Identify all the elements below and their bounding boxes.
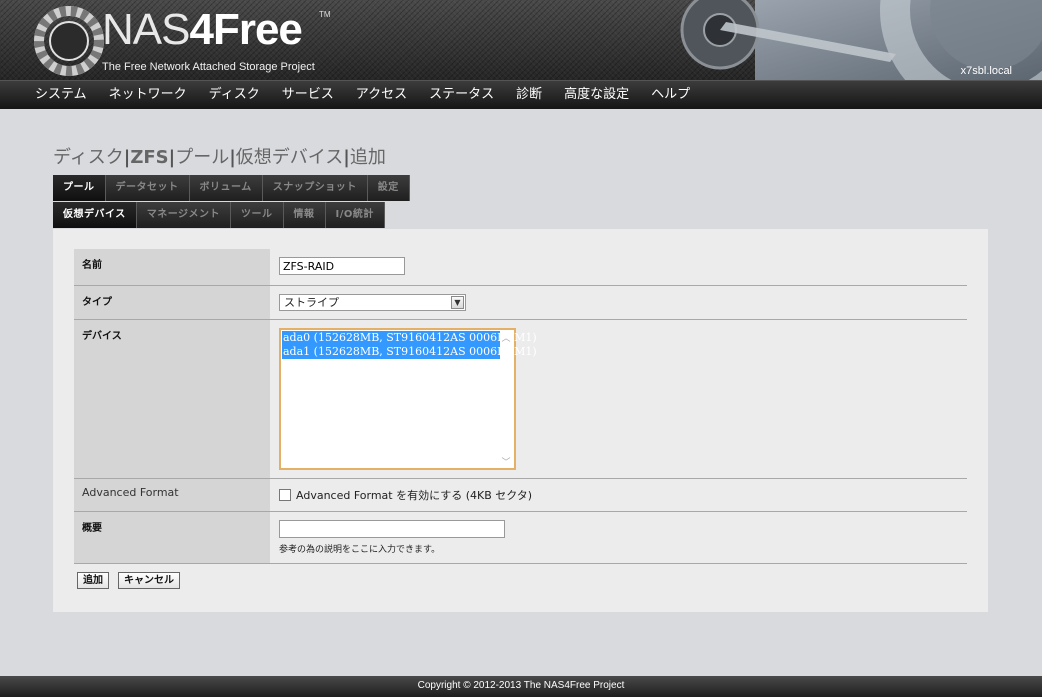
logo-trademark: TM (319, 10, 331, 19)
hostname-label: x7sbl.local (960, 65, 1012, 77)
breadcrumb-vdevs: 仮想デバイス (235, 147, 344, 168)
copyright-text: Copyright © 2012-2013 The NAS4Free Proje… (417, 680, 625, 691)
vdev-form: 名前 タイプ ストライプ ▼ デバイス ada0 (152628MB, ST91… (74, 249, 967, 564)
devices-listbox[interactable]: ada0 (152628MB, ST9160412AS 0006HPM1) ad… (279, 327, 537, 470)
device-option-ada1[interactable]: ada1 (152628MB, ST9160412AS 0006HPM1) (282, 344, 537, 359)
breadcrumb-zfs: ZFS (130, 147, 169, 168)
breadcrumb-pools: プール (175, 147, 230, 168)
listbox-scrollbar[interactable]: ︿ ﹀ (499, 331, 513, 468)
menu-status[interactable]: ステータス (418, 81, 505, 109)
breadcrumb-separator: | (229, 147, 236, 168)
menu-system[interactable]: システム (24, 81, 98, 109)
form-row-advanced-format: Advanced Format Advanced Format を有効にする (… (74, 478, 967, 511)
secondary-tabs: 仮想デバイス マネージメント ツール 情報 I/O統計 (53, 202, 385, 228)
menu-disks[interactable]: ディスク (198, 81, 271, 109)
form-row-devices: デバイス ada0 (152628MB, ST9160412AS 0006HPM… (74, 319, 967, 478)
tab-settings[interactable]: 設定 (367, 175, 410, 201)
cancel-button[interactable]: キャンセル (118, 572, 180, 589)
description-input[interactable] (279, 519, 505, 538)
tab-volumes[interactable]: ボリューム (189, 175, 263, 201)
logo-subtitle: The Free Network Attached Storage Projec… (102, 61, 315, 73)
primary-tabs: プール データセット ボリューム スナップショット 設定 (53, 175, 410, 201)
menu-access[interactable]: アクセス (345, 81, 418, 109)
name-label: 名前 (74, 249, 270, 285)
scroll-up-icon[interactable]: ︿ (499, 331, 513, 344)
advanced-format-checkbox-label[interactable]: Advanced Format を有効にする (4KB セクタ) (296, 489, 532, 502)
tab-information[interactable]: 情報 (283, 202, 326, 228)
form-row-type: タイプ ストライプ ▼ (74, 285, 967, 319)
tab-tools[interactable]: ツール (231, 202, 284, 228)
logo-wordmark: NAS4Free (102, 5, 303, 54)
description-hint: 参考の為の説明をここに入力できます。 (279, 544, 441, 555)
advanced-format-label: Advanced Format (74, 478, 270, 511)
menu-advanced[interactable]: 高度な設定 (553, 81, 640, 109)
tab-management[interactable]: マネージメント (136, 202, 232, 228)
tab-pools[interactable]: プール (53, 175, 106, 201)
menu-diagnostics[interactable]: 診断 (505, 81, 553, 109)
device-option-ada0[interactable]: ada0 (152628MB, ST9160412AS 0006HPM1) (282, 330, 537, 345)
add-button[interactable]: 追加 (77, 572, 109, 589)
type-label: タイプ (74, 285, 270, 319)
breadcrumb-separator: | (343, 147, 350, 168)
tab-datasets[interactable]: データセット (105, 175, 190, 201)
form-buttons: 追加 キャンセル (77, 572, 180, 589)
scroll-down-icon[interactable]: ﹀ (499, 455, 513, 468)
type-selected-value: ストライプ (284, 295, 339, 309)
menu-services[interactable]: サービス (271, 81, 345, 109)
tab-io-statistics[interactable]: I/O統計 (325, 202, 385, 228)
main-menu: システム ネットワーク ディスク サービス アクセス ステータス 診断 高度な設… (0, 80, 1042, 109)
advanced-format-checkbox[interactable] (279, 488, 291, 501)
tab-virtual-device[interactable]: 仮想デバイス (53, 202, 137, 228)
description-label: 概要 (74, 511, 270, 563)
content-panel: 名前 タイプ ストライプ ▼ デバイス ada0 (152628MB, ST91… (53, 229, 988, 612)
form-row-description: 概要 参考の為の説明をここに入力できます。 (74, 511, 967, 563)
menu-network[interactable]: ネットワーク (98, 81, 198, 109)
tab-snapshots[interactable]: スナップショット (262, 175, 368, 201)
footer: Copyright © 2012-2013 The NAS4Free Proje… (0, 676, 1042, 697)
name-input[interactable] (279, 257, 405, 275)
menu-help[interactable]: ヘルプ (640, 81, 701, 109)
breadcrumb-add: 追加 (349, 147, 386, 168)
header: NAS4Free TM The Free Network Attached St… (0, 0, 1042, 80)
form-row-name: 名前 (74, 249, 967, 285)
page-title: ディスク|ZFS|プール|仮想デバイス|追加 (53, 143, 386, 169)
chevron-down-icon[interactable]: ▼ (451, 295, 464, 309)
type-select[interactable]: ストライプ ▼ (279, 293, 466, 311)
nas4free-logo-icon (34, 6, 104, 76)
breadcrumb-disks: ディスク (53, 147, 124, 168)
devices-label: デバイス (74, 319, 270, 478)
